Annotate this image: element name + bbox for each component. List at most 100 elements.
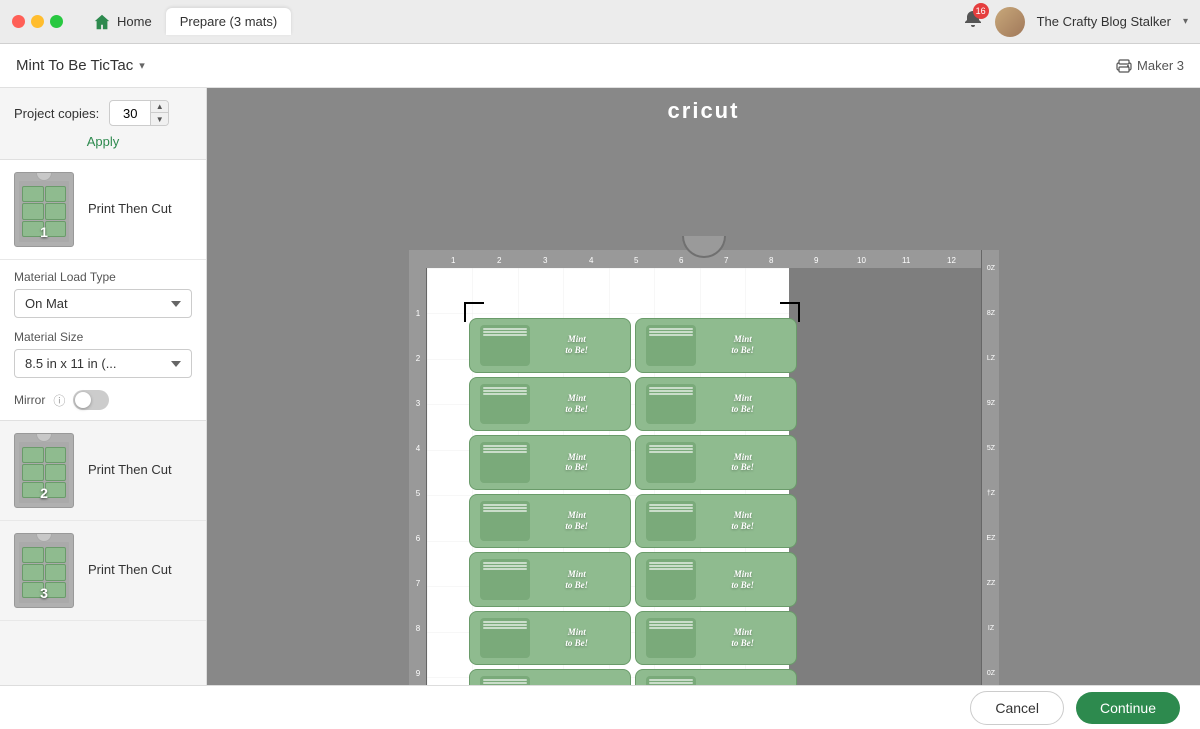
mat-item-1[interactable]: 1 Print Then Cut: [0, 160, 206, 260]
maker-label: Maker 3: [1116, 58, 1184, 73]
mat-outer-1: 1: [14, 172, 74, 247]
card-item: Mintto Be!: [635, 611, 797, 666]
project-name[interactable]: Mint To Be TicTac: [16, 57, 133, 74]
material-size-select[interactable]: 8.5 in x 11 in (...: [14, 349, 192, 378]
mat-num-1: 1: [40, 224, 48, 240]
svg-text:8: 8: [415, 624, 420, 633]
svg-text:5: 5: [415, 489, 420, 498]
svg-text:1: 1: [415, 309, 420, 318]
mat-label-1: Print Then Cut: [88, 200, 172, 218]
main-layout: Project copies: ▲ ▼ Apply: [0, 88, 1200, 685]
mat-top: [404, 236, 1004, 258]
copies-spinners: ▲ ▼: [150, 101, 168, 125]
card-item: Mintto Be!: [635, 318, 797, 373]
mat-thumb-3: 3: [14, 533, 74, 608]
close-button[interactable]: [12, 15, 25, 28]
right-ruler-svg: 0Z 8Z LZ 9Z 5Z †Z EZ ZZ IZ 0Z 6I: [982, 250, 999, 685]
card-item: Mintto Be!: [469, 435, 631, 490]
user-menu-chevron[interactable]: ▾: [1183, 16, 1188, 27]
maximize-button[interactable]: [50, 15, 63, 28]
svg-text:LZ: LZ: [986, 355, 995, 362]
bottom-bar: Cancel Continue: [0, 685, 1200, 729]
thumb-card: [45, 547, 67, 563]
svg-text:4: 4: [415, 444, 420, 453]
copies-increment[interactable]: ▲: [150, 101, 168, 113]
card-item: Mintto Be!: [469, 494, 631, 549]
copies-section: Project copies: ▲ ▼ Apply: [0, 88, 206, 160]
card-item: Mintto Be!: [469, 611, 631, 666]
mat-item-2[interactable]: 2 Print Then Cut: [0, 421, 206, 521]
cut-mark-tr: [780, 302, 800, 322]
mat-thumb-2: 2: [14, 433, 74, 508]
canvas-area: cricut 1 2 3 4 5 6 7 8 9 10 11: [207, 88, 1200, 685]
material-size-label: Material Size: [14, 330, 192, 344]
card-item: Mintto Be!: [635, 552, 797, 607]
thumb-card: [22, 464, 44, 480]
maker-name: Maker 3: [1137, 58, 1184, 73]
svg-text:ZZ: ZZ: [986, 580, 995, 587]
thumb-card: [45, 447, 67, 463]
notification-badge: 16: [973, 3, 989, 19]
svg-text:7: 7: [415, 579, 420, 588]
mat-item-3[interactable]: 3 Print Then Cut: [0, 521, 206, 621]
window-controls: [12, 15, 63, 28]
card-item: Mintto Be!: [635, 377, 797, 432]
svg-text:EZ: EZ: [986, 535, 996, 542]
svg-text:5Z: 5Z: [986, 445, 995, 452]
copies-decrement[interactable]: ▼: [150, 113, 168, 125]
toggle-knob: [75, 392, 91, 408]
mirror-label: Mirror: [14, 393, 45, 407]
thumb-card: [22, 186, 44, 202]
avatar[interactable]: [995, 7, 1025, 37]
mirror-info-icon[interactable]: ⓘ: [53, 392, 65, 409]
printer-icon: [1116, 59, 1132, 73]
notification-bell[interactable]: 16: [963, 9, 983, 34]
cancel-button[interactable]: Cancel: [970, 691, 1064, 725]
v-ruler-svg: 1 2 3 4 5 6 7 8 9 10: [409, 268, 427, 685]
thumb-card: [22, 547, 44, 563]
mat-hole-3: [36, 534, 52, 542]
apply-button[interactable]: Apply: [87, 134, 120, 149]
thumb-card: [45, 203, 67, 219]
mirror-toggle[interactable]: [73, 390, 109, 410]
home-icon: [93, 13, 111, 31]
copies-input[interactable]: [110, 103, 150, 124]
svg-text:3: 3: [415, 399, 420, 408]
thumb-card: [45, 464, 67, 480]
home-tab-label: Home: [117, 14, 152, 29]
card-item: Mintto Be!: [635, 669, 797, 685]
mat-settings: Material Load Type On Mat Material Size …: [0, 260, 206, 421]
sidebar: Project copies: ▲ ▼ Apply: [0, 88, 207, 685]
cricut-brand-area: cricut: [668, 98, 740, 124]
material-size-group: Material Size 8.5 in x 11 in (...: [14, 330, 192, 378]
svg-text:9Z: 9Z: [986, 400, 995, 407]
cut-mark-tl: [464, 302, 484, 322]
vertical-ruler: 1 2 3 4 5 6 7 8 9 10: [409, 268, 427, 685]
mat-thumb-1: 1: [14, 172, 74, 247]
material-load-label: Material Load Type: [14, 270, 192, 284]
cards-grid: Mintto Be! Mintto Be! Mintto Be! Mintto …: [467, 316, 799, 685]
svg-text:6: 6: [415, 534, 420, 543]
user-name[interactable]: The Crafty Blog Stalker: [1037, 14, 1171, 29]
mat-outer-3: 3: [14, 533, 74, 608]
card-item: Mintto Be!: [635, 494, 797, 549]
mat-hanging-hole: [682, 236, 726, 258]
svg-text:9: 9: [415, 669, 420, 678]
card-item: Mintto Be!: [469, 552, 631, 607]
card-item: Mintto Be!: [635, 435, 797, 490]
card-item: Mintto Be!: [469, 669, 631, 685]
prepare-tab-label: Prepare (3 mats): [180, 14, 278, 29]
thumb-card: [22, 564, 44, 580]
project-chevron-icon[interactable]: ▾: [139, 59, 145, 72]
mat-label-3: Print Then Cut: [88, 561, 172, 579]
minimize-button[interactable]: [31, 15, 44, 28]
prepare-tab[interactable]: Prepare (3 mats): [166, 8, 292, 35]
mat-hole-2: [36, 434, 52, 442]
home-tab[interactable]: Home: [79, 7, 166, 37]
copies-input-wrap: ▲ ▼: [109, 100, 169, 126]
continue-button[interactable]: Continue: [1076, 692, 1180, 724]
material-load-select[interactable]: On Mat: [14, 289, 192, 318]
mat-outer-2: 2: [14, 433, 74, 508]
svg-text:8Z: 8Z: [986, 310, 995, 317]
svg-text:2: 2: [415, 354, 420, 363]
